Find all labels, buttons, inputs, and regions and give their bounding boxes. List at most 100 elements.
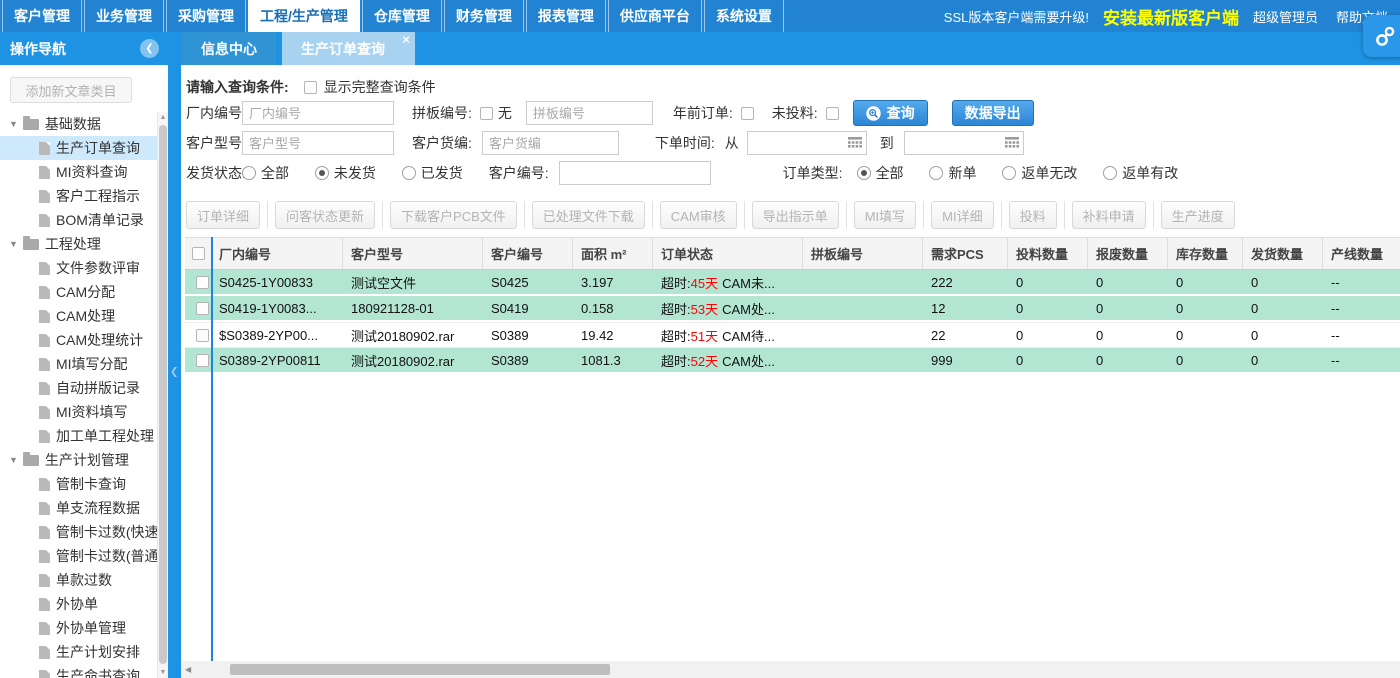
sidebar-tree-item[interactable]: ▼ 生产命书查询 bbox=[0, 664, 157, 678]
nav-item[interactable]: 工程/生产管理 bbox=[248, 0, 360, 32]
sidebar-tree-item[interactable]: ▼ 单款过数 bbox=[0, 568, 157, 592]
sidebar-tree-item[interactable]: ▼ 外协单 bbox=[0, 592, 157, 616]
nav-item[interactable]: 供应商平台 bbox=[608, 0, 702, 32]
sidebar-tree-item[interactable]: ▼ 管制卡过数(快速 bbox=[0, 520, 157, 544]
nav-item[interactable]: 业务管理 bbox=[84, 0, 164, 32]
radio-option[interactable]: 全部 bbox=[242, 163, 289, 183]
order-time-to-input[interactable] bbox=[904, 131, 1024, 155]
nav-item[interactable]: 客户管理 bbox=[2, 0, 82, 32]
sidebar-tree-item[interactable]: ▼ 生产订单查询 bbox=[0, 136, 157, 160]
sidebar-tree-item[interactable]: ▼ 工程处理 bbox=[0, 232, 157, 256]
sidebar-tree-item[interactable]: ▼ MI填写分配 bbox=[0, 352, 157, 376]
sidebar-tree-item[interactable]: ▼ 客户工程指示 bbox=[0, 184, 157, 208]
table-row[interactable]: S0389-2YP00811 测试20180902.rar S0389 1081… bbox=[185, 348, 1400, 374]
row-checkbox[interactable] bbox=[196, 276, 209, 289]
sidebar-tree-item[interactable]: ▼ 自动拼版记录 bbox=[0, 376, 157, 400]
sidebar-tree-item[interactable]: ▼ 加工单工程处理 bbox=[0, 424, 157, 448]
toolbar-button[interactable]: 投料 bbox=[1009, 201, 1057, 229]
table-row[interactable]: S0419-1Y0083... 180921128-01 S0419 0.158… bbox=[185, 296, 1400, 322]
sidebar-tree-item[interactable]: ▼ CAM处理 bbox=[0, 304, 157, 328]
not-fed-checkbox[interactable] bbox=[826, 107, 839, 120]
column-header[interactable]: 需求PCS bbox=[923, 238, 1008, 269]
row-checkbox[interactable] bbox=[196, 302, 209, 315]
radio-option[interactable]: 返单有改 bbox=[1103, 163, 1178, 183]
nav-item[interactable]: 仓库管理 bbox=[362, 0, 442, 32]
tab-close-icon[interactable]: × bbox=[402, 33, 410, 46]
column-header[interactable]: 面积 m² bbox=[573, 238, 653, 269]
table-row[interactable]: S0425-1Y00833 测试空文件 S0425 3.197 超时:45天CA… bbox=[185, 270, 1400, 296]
column-header[interactable]: 客户编号 bbox=[483, 238, 573, 269]
column-header[interactable]: 拼板编号 bbox=[803, 238, 923, 269]
toolbar-button[interactable]: MI填写 bbox=[854, 201, 916, 229]
sidebar-tree-item[interactable]: ▼ MI资料填写 bbox=[0, 400, 157, 424]
sidebar-scrollbar[interactable]: ▲ ▼ bbox=[157, 112, 168, 678]
nav-item[interactable]: 财务管理 bbox=[444, 0, 524, 32]
sidebar-tree-item[interactable]: ▼ MI资料查询 bbox=[0, 160, 157, 184]
tab[interactable]: 信息中心 × bbox=[182, 32, 276, 65]
customer-model-input[interactable] bbox=[242, 131, 394, 155]
toolbar-button[interactable]: CAM审核 bbox=[660, 201, 737, 229]
panel-splitter[interactable]: ❮ bbox=[168, 65, 181, 678]
panel-no-input[interactable] bbox=[526, 101, 653, 125]
sidebar-tree-item[interactable]: ▼ 外协单管理 bbox=[0, 616, 157, 640]
sidebar-scrollbar-thumb[interactable] bbox=[159, 125, 167, 664]
column-header[interactable]: 厂内编号 bbox=[211, 238, 343, 269]
toolbar-button[interactable]: 已处理文件下载 bbox=[532, 201, 645, 229]
scroll-down-icon[interactable]: ▼ bbox=[158, 669, 168, 676]
toolbar-button[interactable]: 导出指示单 bbox=[752, 201, 839, 229]
horizontal-scrollbar-thumb[interactable] bbox=[230, 664, 610, 675]
export-button[interactable]: 数据导出 bbox=[952, 100, 1034, 126]
customer-code-input[interactable] bbox=[482, 131, 619, 155]
nav-item[interactable]: 报表管理 bbox=[526, 0, 606, 32]
tree-expand-icon[interactable]: ▼ bbox=[9, 119, 18, 129]
column-header[interactable]: 产线数量 bbox=[1323, 238, 1400, 269]
radio-option[interactable]: 已发货 bbox=[402, 163, 463, 183]
factory-no-input[interactable] bbox=[242, 101, 394, 125]
sidebar-tree-item[interactable]: ▼ 管制卡过数(普通 bbox=[0, 544, 157, 568]
column-header[interactable]: 客户型号 bbox=[343, 238, 483, 269]
collapse-panel-button[interactable]: ❮ bbox=[140, 39, 159, 58]
user-name[interactable]: 超级管理员 bbox=[1253, 7, 1318, 26]
toolbar-button[interactable]: 订单详细 bbox=[186, 201, 260, 229]
radio-option[interactable]: 新单 bbox=[929, 163, 976, 183]
horizontal-scrollbar[interactable]: ◀ bbox=[181, 661, 1400, 678]
row-checkbox[interactable] bbox=[196, 354, 209, 367]
sidebar-tree-item[interactable]: ▼ 文件参数评审 bbox=[0, 256, 157, 280]
column-header[interactable]: 发货数量 bbox=[1243, 238, 1323, 269]
search-button[interactable]: 查询 bbox=[853, 100, 928, 126]
sidebar-tree-item[interactable]: ▼ BOM清单记录 bbox=[0, 208, 157, 232]
nav-item[interactable]: 系统设置 bbox=[704, 0, 784, 32]
add-category-button[interactable]: 添加新文章类目 bbox=[10, 77, 132, 103]
radio-option[interactable]: 返单无改 bbox=[1002, 163, 1077, 183]
customer-no-input[interactable] bbox=[559, 161, 711, 185]
column-header[interactable]: 库存数量 bbox=[1168, 238, 1243, 269]
sidebar-tree-item[interactable]: ▼ CAM分配 bbox=[0, 280, 157, 304]
toolbar-button[interactable]: 下载客户PCB文件 bbox=[390, 201, 517, 229]
pre-year-order-checkbox[interactable] bbox=[741, 107, 754, 120]
order-time-from-input[interactable] bbox=[747, 131, 867, 155]
sidebar-tree-item[interactable]: ▼ CAM处理统计 bbox=[0, 328, 157, 352]
column-header[interactable]: 投料数量 bbox=[1008, 238, 1088, 269]
tree-expand-icon[interactable]: ▼ bbox=[9, 455, 18, 465]
radio-option[interactable]: 未发货 bbox=[315, 163, 376, 183]
install-client-link[interactable]: 安装最新版客户端 bbox=[1103, 4, 1239, 29]
sidebar-tree-item[interactable]: ▼ 生产计划安排 bbox=[0, 640, 157, 664]
sidebar-tree-item[interactable]: ▼ 管制卡查询 bbox=[0, 472, 157, 496]
table-row[interactable]: $S0389-2YP00... 测试20180902.rar S0389 19.… bbox=[185, 322, 1400, 348]
tab[interactable]: 生产订单查询 × bbox=[282, 32, 415, 65]
column-header[interactable]: 订单状态 bbox=[653, 238, 803, 269]
select-all-checkbox[interactable] bbox=[192, 247, 205, 260]
scroll-left-icon[interactable]: ◀ bbox=[185, 665, 191, 674]
toolbar-button[interactable]: MI详细 bbox=[931, 201, 993, 229]
column-header[interactable]: 报废数量 bbox=[1088, 238, 1168, 269]
radio-option[interactable]: 全部 bbox=[857, 163, 904, 183]
panel-none-checkbox[interactable] bbox=[480, 107, 493, 120]
row-checkbox[interactable] bbox=[196, 329, 209, 342]
sidebar-tree-item[interactable]: ▼ 生产计划管理 bbox=[0, 448, 157, 472]
sidebar-tree-item[interactable]: ▼ 基础数据 bbox=[0, 112, 157, 136]
toolbar-button[interactable]: 问客状态更新 bbox=[275, 201, 375, 229]
tree-expand-icon[interactable]: ▼ bbox=[9, 239, 18, 249]
float-share-button[interactable] bbox=[1363, 15, 1400, 57]
show-full-conditions-checkbox[interactable] bbox=[304, 81, 317, 94]
toolbar-button[interactable]: 补料申请 bbox=[1072, 201, 1146, 229]
